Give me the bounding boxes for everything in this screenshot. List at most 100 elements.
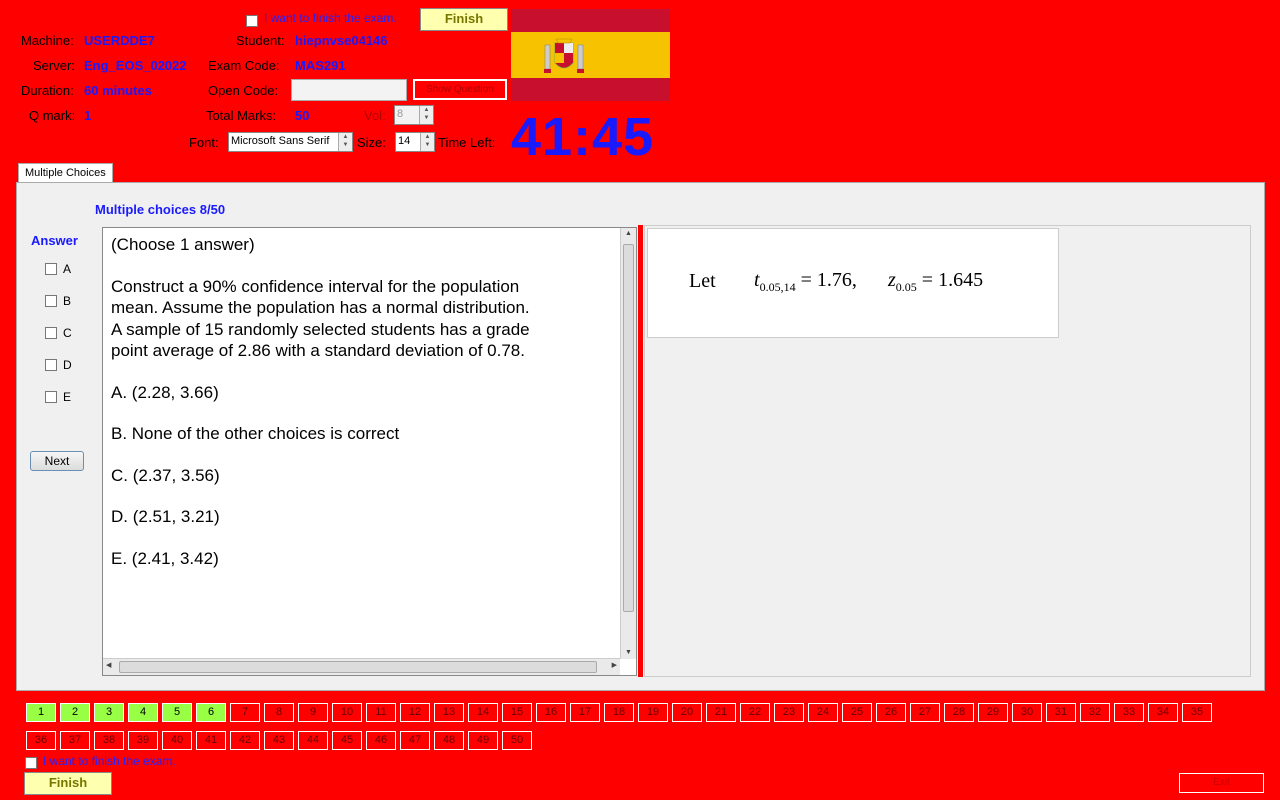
question-nav-button[interactable]: 31 [1046,703,1076,722]
finish-button-bottom[interactable]: Finish [24,772,112,795]
question-nav-button[interactable]: 14 [468,703,498,722]
answer-option-e[interactable]: E [45,390,71,404]
vol-spinner[interactable]: 8 ▲ ▼ [394,105,434,125]
vol-value: 8 [397,108,404,120]
question-nav-button[interactable]: 34 [1148,703,1178,722]
question-nav-button[interactable]: 12 [400,703,430,722]
answer-option-a[interactable]: A [45,262,71,276]
question-nav-button[interactable]: 29 [978,703,1008,722]
question-nav-button[interactable]: 42 [230,731,260,750]
question-nav-button[interactable]: 15 [502,703,532,722]
answer-option-d[interactable]: D [45,358,72,372]
answer-option-c[interactable]: C [45,326,72,340]
next-button[interactable]: Next [30,451,84,471]
question-nav-button[interactable]: 43 [264,731,294,750]
panel-splitter[interactable] [638,225,643,677]
question-nav-button[interactable]: 39 [128,731,158,750]
scroll-up-icon[interactable]: ▲ [621,228,636,240]
question-nav-button[interactable]: 37 [60,731,90,750]
checkbox-b[interactable] [45,295,57,307]
spinner-arrows-icon[interactable]: ▲ ▼ [420,133,434,151]
option-a: A. (2.28, 3.66) [111,382,219,402]
answer-option-b[interactable]: B [45,294,71,308]
finish-checkbox-bottom[interactable] [25,754,37,769]
question-nav-button[interactable]: 7 [230,703,260,722]
opencode-input[interactable] [291,79,407,101]
question-nav-button[interactable]: 44 [298,731,328,750]
tab-multiple-choices[interactable]: Multiple Choices [18,163,113,183]
question-nav-button[interactable]: 45 [332,731,362,750]
formula-t-sub: 0.05,14 [759,280,796,294]
question-nav-button[interactable]: 2 [60,703,90,722]
question-nav-button[interactable]: 6 [196,703,226,722]
question-nav-button[interactable]: 50 [502,731,532,750]
size-spinner[interactable]: 14 ▲ ▼ [395,132,435,152]
question-nav-button[interactable]: 47 [400,731,430,750]
question-nav-button[interactable]: 9 [298,703,328,722]
question-nav-button[interactable]: 23 [774,703,804,722]
question-nav-button[interactable]: 4 [128,703,158,722]
scroll-down-icon[interactable]: ▼ [621,647,636,659]
duration-label: Duration: [21,83,74,98]
question-vertical-scrollbar[interactable]: ▲ ▼ [620,228,636,659]
question-nav-button[interactable]: 28 [944,703,974,722]
question-nav-button[interactable]: 22 [740,703,770,722]
question-nav-button[interactable]: 24 [808,703,838,722]
question-nav-button[interactable]: 36 [26,731,56,750]
question-nav-button[interactable]: 8 [264,703,294,722]
question-nav-button[interactable]: 25 [842,703,872,722]
show-question-button[interactable]: Show Question [413,79,507,100]
question-nav-button[interactable]: 3 [94,703,124,722]
question-nav-button[interactable]: 27 [910,703,940,722]
question-nav-button[interactable]: 20 [672,703,702,722]
question-nav-button[interactable]: 10 [332,703,362,722]
finish-button-top[interactable]: Finish [420,8,508,31]
question-nav-button[interactable]: 46 [366,731,396,750]
formula-let: Let [689,270,716,292]
qmark-value: 1 [84,108,92,123]
flag-image [511,9,670,101]
question-progress: Multiple choices 8/50 [95,202,226,217]
question-nav-button[interactable]: 18 [604,703,634,722]
question-nav-button[interactable]: 11 [366,703,396,722]
spinner-arrows-icon[interactable]: ▲ ▼ [338,133,352,151]
checkbox-a[interactable] [45,263,57,275]
question-nav-button[interactable]: 49 [468,731,498,750]
main-panel: Multiple choices 8/50 Answer A B C D E N… [16,182,1265,691]
question-nav-button[interactable]: 13 [434,703,464,722]
exit-button[interactable]: Exit [1179,773,1264,793]
scroll-thumb[interactable] [623,244,634,612]
question-nav-button[interactable]: 16 [536,703,566,722]
hscroll-thumb[interactable] [119,661,597,673]
spinner-arrows-icon[interactable]: ▲ ▼ [419,106,433,124]
question-nav-button[interactable]: 30 [1012,703,1042,722]
vol-label: Vol: [364,108,386,123]
time-left-value: 41:45 [511,107,655,167]
checkbox-d[interactable] [45,359,57,371]
question-text-area[interactable]: (Choose 1 answer) Construct a 90% confid… [102,227,637,676]
question-nav-button[interactable]: 17 [570,703,600,722]
font-selector[interactable]: Microsoft Sans Serif ▲ ▼ [228,132,353,152]
checkbox-c[interactable] [45,327,57,339]
formula-z-sub: 0.05 [895,280,917,294]
formula-t-val: = 1.76, [800,269,857,291]
question-nav-button[interactable]: 33 [1114,703,1144,722]
question-nav-button[interactable]: 40 [162,731,192,750]
scroll-right-icon[interactable]: ▶ [612,661,617,669]
question-nav-button[interactable]: 1 [26,703,56,722]
question-nav-button[interactable]: 5 [162,703,192,722]
question-horizontal-scrollbar[interactable]: ◀ ▶ [103,658,620,675]
question-nav-button[interactable]: 35 [1182,703,1212,722]
answer-title: Answer [31,233,78,248]
question-nav-button[interactable]: 21 [706,703,736,722]
question-nav-button[interactable]: 19 [638,703,668,722]
question-nav-button[interactable]: 32 [1080,703,1110,722]
question-nav-button[interactable]: 38 [94,731,124,750]
scroll-left-icon[interactable]: ◀ [106,661,111,669]
question-nav-button[interactable]: 26 [876,703,906,722]
finish-checkbox-top[interactable] [246,12,258,27]
question-nav-button[interactable]: 48 [434,731,464,750]
size-value: 14 [398,135,411,147]
question-nav-button[interactable]: 41 [196,731,226,750]
checkbox-e[interactable] [45,391,57,403]
